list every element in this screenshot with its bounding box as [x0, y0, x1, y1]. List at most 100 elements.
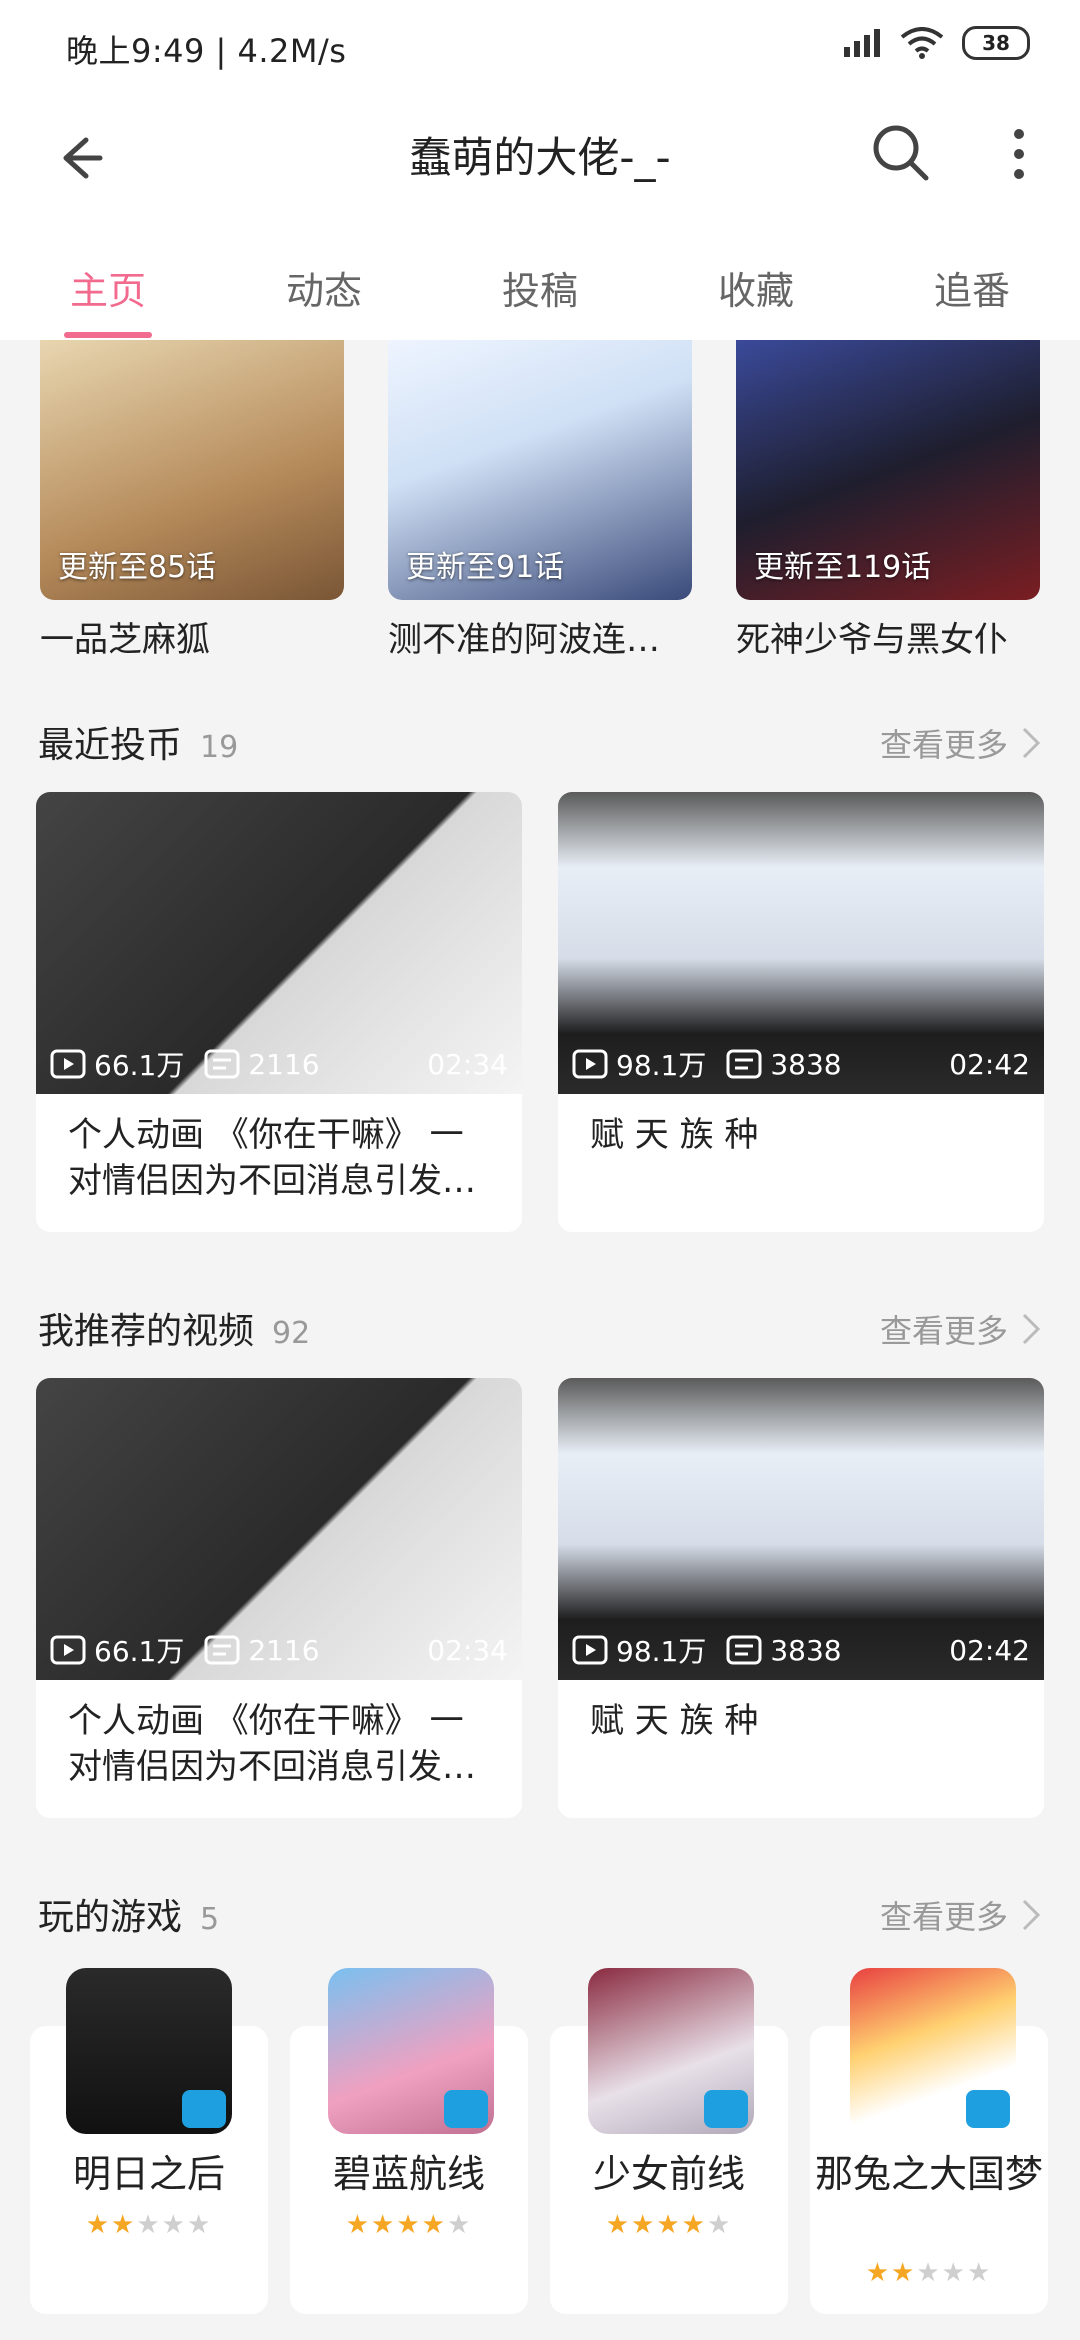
star-icon: ★	[371, 2210, 397, 2240]
manga-cover: 更新至91话	[388, 340, 692, 600]
section-count: 19	[200, 730, 239, 765]
danmaku-count: 3838	[770, 1633, 842, 1667]
see-more-link[interactable]: 查看更多	[880, 1306, 1042, 1352]
chevron-right-icon	[1022, 1313, 1041, 1345]
rating-stars: ★★★★★	[30, 2210, 268, 2240]
video-duration: 02:34	[427, 1047, 508, 1081]
manga-item[interactable]: 更新至91话 测不准的阿波连…	[388, 340, 692, 661]
manga-cover: 更新至119话	[736, 340, 1040, 600]
bilibili-badge-icon	[966, 2090, 1010, 2128]
star-icon: ★	[706, 2210, 733, 2240]
star-icon: ★	[396, 2210, 422, 2240]
video-title: 个人动画 《你在干嘛》 一对情侣因为不回消息引发…	[68, 1115, 476, 1201]
profile-tabs: 主页 动态 投稿 收藏 追番	[0, 246, 1080, 341]
star-icon: ★	[161, 2210, 187, 2240]
tab-favorites[interactable]: 收藏	[718, 260, 794, 315]
danmaku-count: 2116	[248, 1633, 320, 1667]
star-icon: ★	[446, 2210, 473, 2240]
section-games: 玩的游戏 5 查看更多	[38, 1888, 1042, 1948]
video-thumbnail: 66.1万 2116 02:34	[36, 1378, 522, 1680]
top-app-bar: 蠢萌的大佬-_-	[0, 96, 1080, 246]
danmaku-icon	[204, 1049, 240, 1079]
manga-title: 测不准的阿波连…	[388, 620, 660, 660]
status-time-speed: 晚上9:49 | 4.2M/s	[66, 32, 347, 70]
section-recommended-videos: 我推荐的视频 92 查看更多	[38, 1302, 1042, 1362]
star-icon: ★	[345, 2210, 372, 2240]
battery-indicator: 38	[962, 26, 1030, 60]
manga-update-label: 更新至119话	[754, 550, 932, 585]
status-bar: 晚上9:49 | 4.2M/s 38	[0, 0, 1080, 96]
video-thumbnail: 66.1万 2116 02:34	[36, 792, 522, 1094]
star-icon: ★	[605, 2210, 632, 2240]
signal-icon	[844, 29, 880, 57]
star-icon: ★	[186, 2210, 213, 2240]
rating-stars: ★★★★★	[290, 2210, 528, 2240]
game-name: 那兔之大国梦	[814, 2152, 1043, 2196]
bilibili-badge-icon	[182, 2090, 226, 2128]
manga-cover: 更新至85话	[40, 340, 344, 600]
danmaku-icon	[726, 1049, 762, 1079]
video-thumbnail: 98.1万 3838 02:42	[558, 1378, 1044, 1680]
section-title: 玩的游戏	[38, 1897, 183, 1938]
play-count-icon	[572, 1049, 608, 1079]
section-recent-coins: 最近投币 19 查看更多	[38, 716, 1042, 776]
chevron-right-icon	[1022, 1899, 1041, 1931]
manga-title: 一品芝麻狐	[40, 620, 210, 660]
star-icon: ★	[656, 2210, 682, 2240]
rating-stars: ★★★★★	[810, 2258, 1048, 2288]
video-card[interactable]: 66.1万 2116 02:34 个人动画 《你在干嘛》 一对情侣因为不回消息引…	[36, 792, 522, 1232]
see-more-link[interactable]: 查看更多	[880, 1892, 1042, 1938]
star-icon: ★	[865, 2258, 892, 2288]
manga-update-label: 更新至85话	[58, 550, 217, 585]
star-icon: ★	[916, 2258, 942, 2288]
search-icon[interactable]	[866, 118, 936, 188]
section-title: 最近投币	[38, 725, 183, 766]
play-count-icon	[50, 1635, 86, 1665]
video-card[interactable]: 98.1万 3838 02:42 赋 天 族 种	[558, 792, 1044, 1232]
tab-uploads[interactable]: 投稿	[502, 260, 578, 315]
view-count: 98.1万	[616, 1049, 707, 1082]
game-icon	[66, 1968, 232, 2134]
chevron-right-icon	[1022, 727, 1041, 759]
star-icon: ★	[966, 2258, 993, 2288]
video-title: 赋 天 族 种	[590, 1115, 759, 1155]
tab-home[interactable]: 主页	[70, 260, 146, 315]
manga-title: 死神少爷与黑女仆	[736, 620, 1008, 660]
view-count: 66.1万	[94, 1635, 185, 1668]
game-name: 明日之后	[72, 2152, 225, 2196]
game-name: 少女前线	[592, 2152, 745, 2196]
danmaku-count: 3838	[770, 1047, 842, 1081]
game-name: 碧蓝航线	[332, 2152, 485, 2196]
see-more-link[interactable]: 查看更多	[880, 720, 1042, 766]
section-count: 5	[200, 1902, 220, 1937]
view-count: 66.1万	[94, 1049, 185, 1082]
manga-item[interactable]: 更新至119话 死神少爷与黑女仆	[736, 340, 1040, 661]
video-card[interactable]: 66.1万 2116 02:34 个人动画 《你在干嘛》 一对情侣因为不回消息引…	[36, 1378, 522, 1818]
play-count-icon	[50, 1049, 86, 1079]
game-icon	[850, 1968, 1016, 2134]
star-icon: ★	[111, 2210, 137, 2240]
star-icon: ★	[85, 2210, 112, 2240]
tab-bangumi[interactable]: 追番	[934, 260, 1010, 315]
game-icon	[588, 1968, 754, 2134]
star-icon: ★	[136, 2210, 162, 2240]
video-title: 个人动画 《你在干嘛》 一对情侣因为不回消息引发…	[68, 1701, 476, 1787]
play-count-icon	[572, 1635, 608, 1665]
more-vertical-icon[interactable]	[1004, 124, 1034, 184]
video-card[interactable]: 98.1万 3838 02:42 赋 天 族 种	[558, 1378, 1044, 1818]
rating-stars: ★★★★★	[550, 2210, 788, 2240]
danmaku-icon	[726, 1635, 762, 1665]
video-duration: 02:42	[949, 1047, 1030, 1081]
manga-update-label: 更新至91话	[406, 550, 565, 585]
danmaku-icon	[204, 1635, 240, 1665]
section-title: 我推荐的视频	[38, 1311, 255, 1352]
video-duration: 02:42	[949, 1633, 1030, 1667]
video-thumbnail: 98.1万 3838 02:42	[558, 792, 1044, 1094]
star-icon: ★	[421, 2210, 447, 2240]
manga-item[interactable]: 更新至85话 一品芝麻狐	[40, 340, 344, 661]
video-title: 赋 天 族 种	[590, 1701, 759, 1741]
tab-activity[interactable]: 动态	[286, 260, 362, 315]
danmaku-count: 2116	[248, 1047, 320, 1081]
manga-row: 更新至85话 一品芝麻狐 更新至91话 测不准的阿波连… 更新至119话 死神少…	[0, 340, 1080, 680]
section-count: 92	[272, 1316, 311, 1351]
